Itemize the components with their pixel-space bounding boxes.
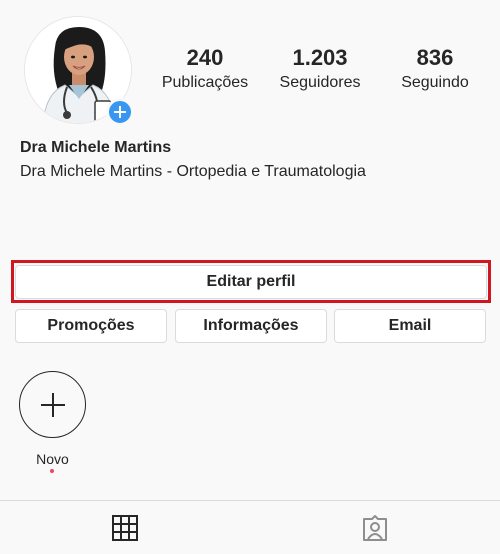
plus-badge-icon	[114, 106, 126, 118]
tab-posts-grid[interactable]	[0, 501, 250, 554]
tagged-user-icon	[363, 514, 387, 541]
add-story-badge[interactable]	[106, 98, 134, 126]
stat-following-label: Seguindo	[401, 74, 469, 91]
stat-followers-label: Seguidores	[279, 74, 361, 91]
profile-page: 240 Publicações 1.203 Seguidores 836 Seg…	[0, 0, 500, 554]
stat-following-value: 836	[416, 45, 454, 70]
profile-stats: 240 Publicações 1.203 Seguidores 836 Seg…	[150, 44, 490, 94]
plus-icon	[40, 392, 65, 417]
stat-followers-value: 1.203	[292, 45, 348, 70]
tab-tagged[interactable]	[250, 501, 500, 554]
stat-following[interactable]: 836 Seguindo	[380, 44, 490, 94]
notification-dot	[50, 469, 54, 473]
email-button[interactable]: Email	[334, 309, 486, 343]
new-highlight-button[interactable]	[19, 371, 86, 438]
stat-posts-label: Publicações	[161, 74, 249, 91]
grid-icon	[112, 514, 138, 541]
profile-bio: Dra Michele Martins - Ortopedia e Trauma…	[20, 163, 366, 180]
promotions-button[interactable]: Promoções	[15, 309, 167, 343]
avatar-container[interactable]	[24, 16, 134, 126]
new-highlight-label: Novo	[36, 451, 69, 467]
edit-profile-button[interactable]: Editar perfil	[15, 265, 487, 299]
profile-display-name: Dra Michele Martins	[20, 139, 172, 156]
info-button[interactable]: Informações	[175, 309, 327, 343]
stat-followers[interactable]: 1.203 Seguidores	[265, 44, 375, 94]
stat-posts[interactable]: 240 Publicações	[150, 44, 260, 94]
stat-posts-value: 240	[186, 45, 224, 70]
